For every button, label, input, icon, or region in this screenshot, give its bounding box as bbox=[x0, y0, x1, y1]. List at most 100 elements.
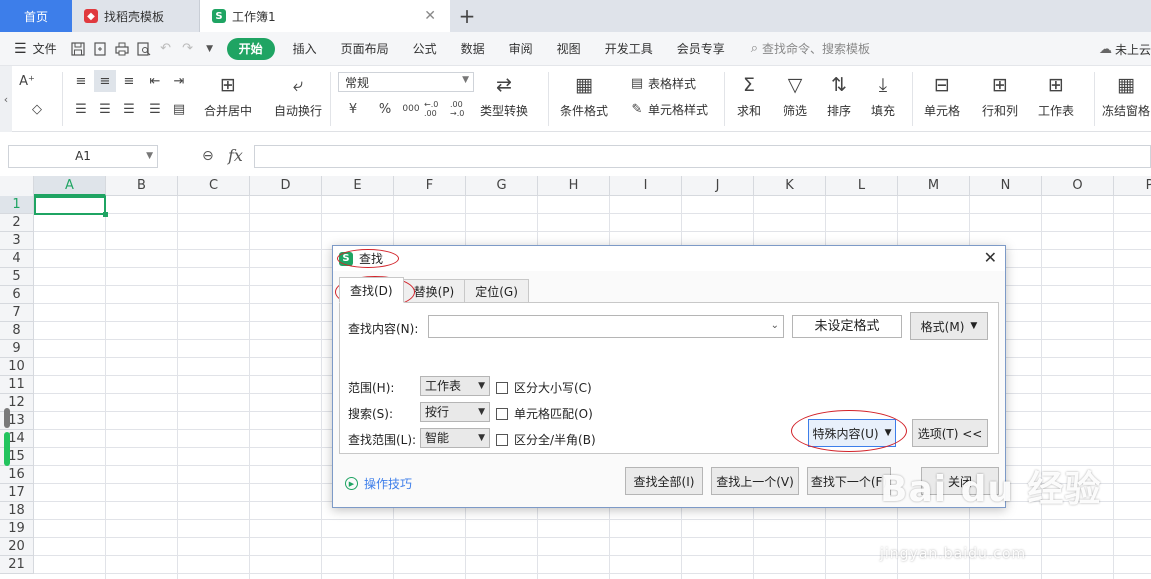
increase-indent-icon[interactable]: ⇥ bbox=[168, 70, 190, 92]
worksheet-button[interactable]: ⊞ 工作表 bbox=[1038, 72, 1074, 119]
customize-toolbar-chevron-down-icon[interactable]: ▼ bbox=[199, 38, 221, 60]
distributed-align-icon[interactable]: ▤ bbox=[168, 98, 190, 120]
column-header-g[interactable]: G bbox=[466, 176, 538, 196]
find-content-input[interactable]: ⌄ bbox=[428, 315, 784, 338]
menu-developer[interactable]: 开发工具 bbox=[593, 32, 665, 66]
undo-icon[interactable]: ↶ bbox=[155, 38, 177, 60]
formula-input[interactable] bbox=[254, 145, 1151, 168]
sort-button[interactable]: ⇅ 排序 bbox=[826, 72, 852, 119]
column-header-m[interactable]: M bbox=[898, 176, 970, 196]
look-in-select[interactable]: 智能 ▼ bbox=[420, 428, 490, 448]
export-pdf-icon[interactable] bbox=[89, 38, 111, 60]
tab-home[interactable]: 首页 bbox=[0, 0, 72, 32]
conditional-format-button[interactable]: ▦ 条件格式 bbox=[560, 72, 608, 119]
row-header-9[interactable]: 9 bbox=[0, 340, 34, 358]
add-tab-icon[interactable]: + bbox=[450, 0, 484, 32]
find-next-button[interactable]: 查找下一个(F) bbox=[807, 467, 891, 495]
ribbon-scroll-left-icon[interactable]: ‹ bbox=[0, 66, 12, 132]
row-header-21[interactable]: 21 bbox=[0, 556, 34, 574]
name-box[interactable]: A1 ▼ bbox=[8, 145, 158, 168]
column-header-a[interactable]: A bbox=[34, 176, 106, 196]
menu-review[interactable]: 审阅 bbox=[497, 32, 545, 66]
merge-center-button[interactable]: ⊞ 合并居中 bbox=[204, 72, 252, 119]
zoom-magnifier-icon[interactable]: ⊖ bbox=[202, 148, 214, 164]
row-header-19[interactable]: 19 bbox=[0, 520, 34, 538]
menu-home[interactable]: 开始 bbox=[226, 37, 275, 60]
print-icon[interactable] bbox=[111, 38, 133, 60]
column-header-c[interactable]: C bbox=[178, 176, 250, 196]
tab-goto[interactable]: 定位(G) bbox=[464, 279, 529, 303]
tips-link[interactable]: ▶ 操作技巧 bbox=[345, 475, 412, 492]
row-col-button[interactable]: ⊞ 行和列 bbox=[982, 72, 1018, 119]
row-header-1[interactable]: 1 bbox=[0, 196, 34, 214]
menu-page-layout[interactable]: 页面布局 bbox=[329, 32, 401, 66]
match-case-checkbox[interactable]: 区分大小写(C) bbox=[496, 379, 592, 396]
cell-style-button[interactable]: 单元格样式 bbox=[648, 101, 708, 118]
options-button[interactable]: 选项(T) << bbox=[912, 419, 988, 447]
align-center-icon[interactable]: ☰ bbox=[94, 98, 116, 120]
scope-select[interactable]: 工作表 ▼ bbox=[420, 376, 490, 396]
column-header-k[interactable]: K bbox=[754, 176, 826, 196]
fill-button[interactable]: ⤓ 填充 bbox=[870, 72, 896, 119]
percent-icon[interactable]: % bbox=[374, 98, 396, 120]
row-header-17[interactable]: 17 bbox=[0, 484, 34, 502]
file-menu[interactable]: ☰ 文件 bbox=[0, 40, 67, 57]
print-preview-icon[interactable] bbox=[133, 38, 155, 60]
number-format-select[interactable]: 常规 ▼ bbox=[338, 72, 474, 92]
column-header-f[interactable]: F bbox=[394, 176, 466, 196]
search-order-select[interactable]: 按行 ▼ bbox=[420, 402, 490, 422]
row-header-2[interactable]: 2 bbox=[0, 214, 34, 232]
active-cell-a1[interactable] bbox=[34, 196, 108, 217]
tab-find[interactable]: 查找(D) bbox=[339, 277, 404, 303]
cell-button[interactable]: ⊟ 单元格 bbox=[924, 72, 960, 119]
type-convert-button[interactable]: ⇄ 类型转换 bbox=[480, 72, 528, 119]
column-header-n[interactable]: N bbox=[970, 176, 1042, 196]
match-cell-checkbox[interactable]: 单元格匹配(O) bbox=[496, 405, 593, 422]
freeze-panes-button[interactable]: ▦ 冻结窗格 bbox=[1102, 72, 1150, 119]
row-header-7[interactable]: 7 bbox=[0, 304, 34, 322]
increase-decimal-icon[interactable]: ←.0 .00 bbox=[424, 98, 448, 120]
row-header-8[interactable]: 8 bbox=[0, 322, 34, 340]
thousands-separator-icon[interactable]: 000 bbox=[400, 98, 422, 120]
match-width-checkbox[interactable]: 区分全/半角(B) bbox=[496, 431, 596, 448]
row-header-11[interactable]: 11 bbox=[0, 376, 34, 394]
tab-replace[interactable]: 替换(P) bbox=[402, 279, 466, 303]
column-header-l[interactable]: L bbox=[826, 176, 898, 196]
save-icon[interactable] bbox=[67, 38, 89, 60]
clear-format-eraser-icon[interactable]: ◇ bbox=[26, 98, 48, 120]
command-search[interactable]: ⌕ 查找命令、搜索模板 bbox=[751, 40, 870, 57]
row-header-6[interactable]: 6 bbox=[0, 286, 34, 304]
align-top-icon[interactable]: ≡ bbox=[70, 70, 92, 92]
row-header-4[interactable]: 4 bbox=[0, 250, 34, 268]
table-style-button[interactable]: 表格样式 bbox=[648, 75, 696, 92]
column-header-j[interactable]: J bbox=[682, 176, 754, 196]
column-header-o[interactable]: O bbox=[1042, 176, 1114, 196]
menu-formulas[interactable]: 公式 bbox=[401, 32, 449, 66]
decrease-decimal-icon[interactable]: .00 →.0 bbox=[450, 98, 474, 120]
wrap-text-button[interactable]: ⤶ 自动换行 bbox=[274, 72, 322, 119]
column-header-b[interactable]: B bbox=[106, 176, 178, 196]
menu-insert[interactable]: 插入 bbox=[281, 32, 329, 66]
currency-icon[interactable]: ¥ bbox=[342, 98, 364, 120]
row-header-3[interactable]: 3 bbox=[0, 232, 34, 250]
row-header-16[interactable]: 16 bbox=[0, 466, 34, 484]
column-header-d[interactable]: D bbox=[250, 176, 322, 196]
align-right-icon[interactable]: ☰ bbox=[118, 98, 140, 120]
justify-icon[interactable]: ☰ bbox=[144, 98, 166, 120]
row-header-18[interactable]: 18 bbox=[0, 502, 34, 520]
tab-templates[interactable]: ◆ 找稻壳模板 bbox=[72, 0, 200, 32]
find-previous-button[interactable]: 查找上一个(V) bbox=[711, 467, 799, 495]
special-content-button[interactable]: 特殊内容(U) ▼ bbox=[808, 419, 896, 447]
row-header-10[interactable]: 10 bbox=[0, 358, 34, 376]
find-all-button[interactable]: 查找全部(I) bbox=[625, 467, 703, 495]
filter-button[interactable]: ▽ 筛选 bbox=[782, 72, 808, 119]
menu-view[interactable]: 视图 bbox=[545, 32, 593, 66]
increase-font-size-icon[interactable]: A⁺ bbox=[16, 70, 38, 92]
close-icon[interactable]: ✕ bbox=[424, 8, 436, 24]
menu-data[interactable]: 数据 bbox=[449, 32, 497, 66]
format-button[interactable]: 格式(M) ▼ bbox=[910, 312, 988, 340]
close-icon[interactable]: ✕ bbox=[984, 248, 997, 267]
align-bottom-icon[interactable]: ≡ bbox=[118, 70, 140, 92]
chevron-down-icon[interactable]: ⌄ bbox=[771, 320, 779, 331]
menu-membership[interactable]: 会员专享 bbox=[665, 32, 737, 66]
